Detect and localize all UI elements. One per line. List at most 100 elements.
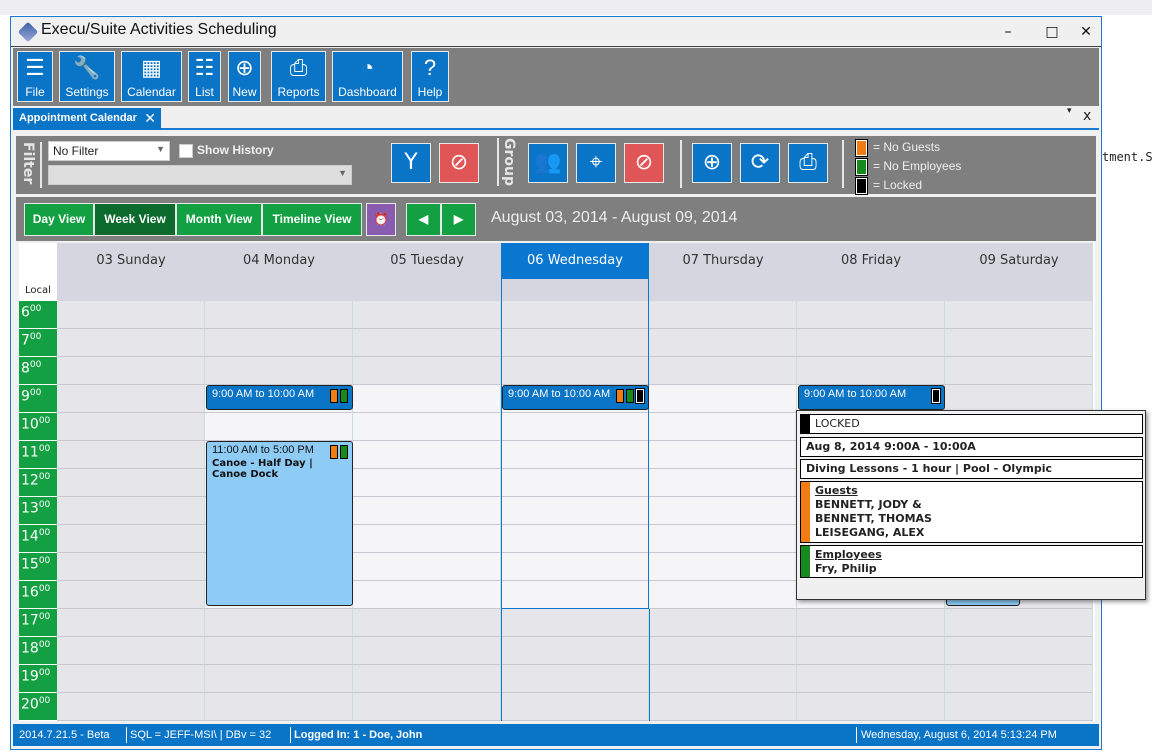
time-slot[interactable] — [353, 441, 501, 469]
time-slot[interactable] — [353, 329, 501, 357]
day-header[interactable]: 08 Friday — [797, 243, 945, 278]
time-slot[interactable] — [945, 357, 1093, 385]
time-slot[interactable] — [353, 665, 501, 693]
apply-filter-button[interactable]: Y — [391, 143, 431, 183]
time-slot[interactable] — [57, 609, 205, 637]
time-slot[interactable] — [57, 329, 205, 357]
time-slot[interactable] — [501, 553, 649, 581]
time-slot[interactable] — [649, 413, 797, 441]
time-slot[interactable] — [57, 637, 205, 665]
time-slot[interactable] — [353, 525, 501, 553]
time-slot[interactable] — [649, 665, 797, 693]
time-slot[interactable] — [501, 525, 649, 553]
day-allday-cell[interactable] — [501, 278, 649, 301]
time-slot[interactable] — [353, 385, 501, 413]
time-slot[interactable] — [57, 413, 205, 441]
day-allday-cell[interactable] — [797, 278, 945, 301]
time-slot[interactable] — [57, 665, 205, 693]
appointment[interactable]: 9:00 AM to 10:00 AM — [502, 385, 649, 410]
time-slot[interactable] — [945, 329, 1093, 357]
time-slot[interactable] — [205, 693, 353, 721]
time-slot[interactable] — [797, 357, 945, 385]
day-header[interactable]: 04 Monday — [205, 243, 353, 278]
filter-secondary-select[interactable]: ▼ — [48, 165, 352, 185]
time-slot[interactable] — [205, 329, 353, 357]
time-slot[interactable] — [353, 469, 501, 497]
time-slot[interactable] — [57, 357, 205, 385]
minimize-button[interactable]: – — [993, 21, 1023, 43]
toolbar-help-button[interactable]: ? Help — [411, 51, 449, 102]
day-header[interactable]: 09 Saturday — [945, 243, 1093, 278]
day-allday-cell[interactable] — [945, 278, 1093, 301]
time-slot[interactable] — [205, 609, 353, 637]
time-slot[interactable] — [205, 637, 353, 665]
time-slot[interactable] — [501, 301, 649, 329]
time-slot[interactable] — [57, 469, 205, 497]
toolbar-dashboard-button[interactable]: ◔ Dashboard — [332, 51, 403, 102]
time-slot[interactable] — [57, 525, 205, 553]
day-header[interactable]: 07 Thursday — [649, 243, 797, 278]
time-slot[interactable] — [501, 413, 649, 441]
group-by-people-button[interactable]: 👥 — [528, 143, 568, 183]
toolbar-file-button[interactable]: ☰ File — [17, 51, 53, 102]
time-slot[interactable] — [649, 441, 797, 469]
toolbar-settings-button[interactable]: 🔧 Settings — [59, 51, 115, 102]
time-slot[interactable] — [797, 609, 945, 637]
time-slot[interactable] — [205, 413, 353, 441]
day-header[interactable]: 05 Tuesday — [353, 243, 501, 278]
time-slot[interactable] — [501, 581, 649, 609]
view-week-view-button[interactable]: Week View — [94, 203, 176, 236]
view-timeline-view-button[interactable]: Timeline View — [262, 203, 362, 236]
view-day-view-button[interactable]: Day View — [24, 203, 94, 236]
day-allday-cell[interactable] — [57, 278, 205, 301]
time-slot[interactable] — [353, 637, 501, 665]
time-slot[interactable] — [649, 469, 797, 497]
print-button[interactable]: ⎙ — [788, 143, 828, 183]
time-slot[interactable] — [57, 301, 205, 329]
appointment[interactable]: 9:00 AM to 10:00 AM — [206, 385, 353, 410]
tab-close-icon[interactable]: ✕ — [144, 110, 156, 127]
time-slot[interactable] — [945, 693, 1093, 721]
tab-appointment-calendar[interactable]: Appointment Calendar ✕ — [13, 108, 161, 130]
time-slot[interactable] — [649, 301, 797, 329]
time-slot[interactable] — [501, 665, 649, 693]
refresh-button[interactable]: ⟳ — [740, 143, 780, 183]
toolbar-reports-button[interactable]: ⎙ Reports — [271, 51, 326, 102]
time-slot[interactable] — [57, 693, 205, 721]
time-slot[interactable] — [57, 385, 205, 413]
time-slot[interactable] — [649, 497, 797, 525]
time-slot[interactable] — [797, 637, 945, 665]
time-slot[interactable] — [797, 665, 945, 693]
time-slot[interactable] — [205, 665, 353, 693]
day-header[interactable]: 03 Sunday — [57, 243, 205, 278]
time-slot[interactable] — [205, 357, 353, 385]
maximize-button[interactable]: □ — [1037, 21, 1067, 43]
time-slot[interactable] — [353, 693, 501, 721]
clear-group-button[interactable]: ⊘ — [624, 143, 664, 183]
time-slot[interactable] — [57, 581, 205, 609]
time-slot[interactable] — [205, 301, 353, 329]
toolbar-calendar-button[interactable]: ▦ Calendar — [121, 51, 182, 102]
filter-select[interactable]: No Filter ▼ — [48, 141, 170, 161]
clear-filter-button[interactable]: ⊘ — [439, 143, 479, 183]
time-slot[interactable] — [797, 329, 945, 357]
time-slot[interactable] — [353, 497, 501, 525]
panel-close-icon[interactable]: x — [1083, 108, 1091, 124]
time-slot[interactable] — [353, 357, 501, 385]
appointment[interactable]: 11:00 AM to 5:00 PM Canoe - Half Day | Ca… — [206, 441, 353, 606]
time-slot[interactable] — [353, 609, 501, 637]
time-slot[interactable] — [57, 441, 205, 469]
time-slot[interactable] — [501, 693, 649, 721]
day-allday-cell[interactable] — [353, 278, 501, 301]
time-slot[interactable] — [501, 357, 649, 385]
view-month-view-button[interactable]: Month View — [176, 203, 262, 236]
appointment[interactable]: 9:00 AM to 10:00 AM — [798, 385, 945, 410]
time-slot[interactable] — [649, 329, 797, 357]
close-button[interactable]: ✕ — [1071, 21, 1101, 43]
time-slot[interactable] — [945, 301, 1093, 329]
time-slot[interactable] — [353, 301, 501, 329]
time-slot[interactable] — [797, 301, 945, 329]
time-slot[interactable] — [57, 497, 205, 525]
time-slot[interactable] — [501, 329, 649, 357]
time-slot[interactable] — [945, 609, 1093, 637]
